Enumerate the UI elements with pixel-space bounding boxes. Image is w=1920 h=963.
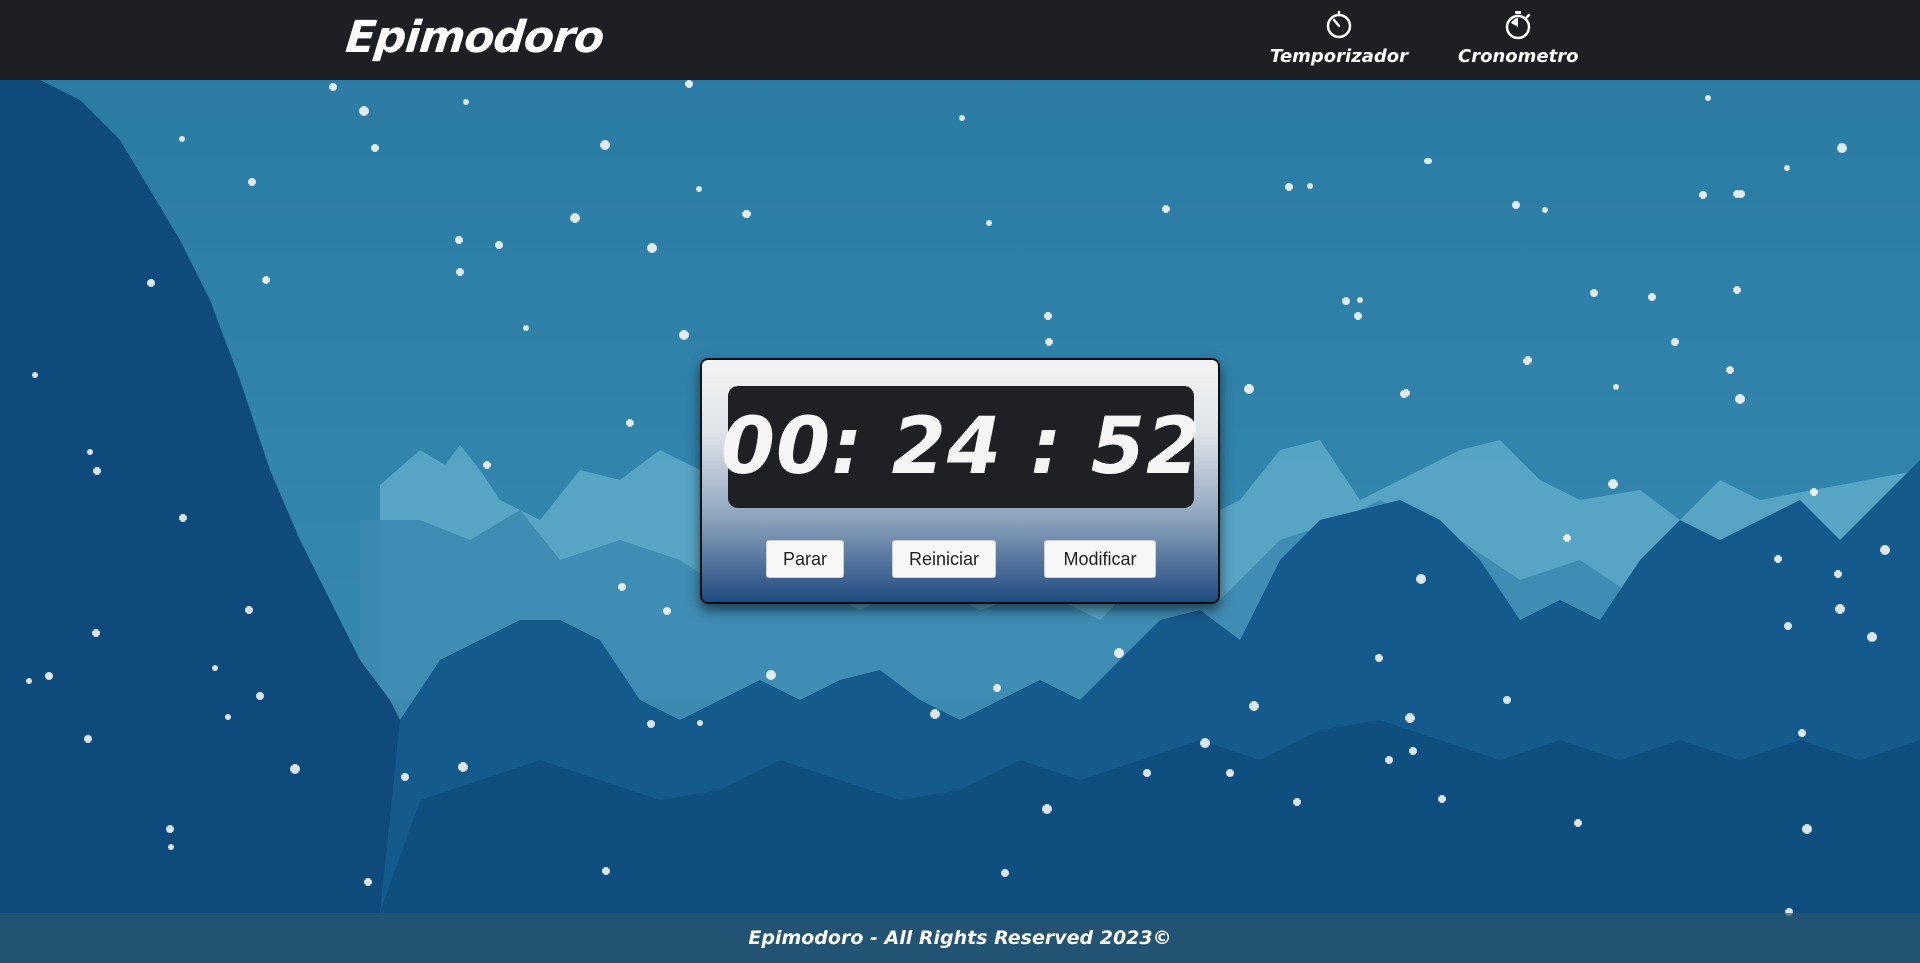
timer-icon (1326, 10, 1352, 39)
timer-card: 00: 24 : 52 Parar Reiniciar Modificar (700, 358, 1220, 604)
nav-label-temporizador: Temporizador (1270, 46, 1408, 67)
modify-button[interactable]: Modificar (1044, 540, 1156, 578)
nav-item-cronometro[interactable]: Cronometro (1458, 10, 1578, 67)
reset-button[interactable]: Reiniciar (892, 540, 996, 578)
brand-logo[interactable]: Epimodoro (343, 12, 606, 63)
stop-button[interactable]: Parar (766, 540, 844, 578)
nav-label-cronometro: Cronometro (1458, 46, 1579, 67)
footer-text: Epimodoro - All Rights Reserved 2023© (748, 927, 1172, 949)
timer-display: 00: 24 : 52 (721, 386, 1200, 508)
top-navigation-bar: Epimodoro Temporizador Cronometro (0, 0, 1920, 80)
footer: Epimodoro - All Rights Reserved 2023© (0, 913, 1920, 963)
nav-item-temporizador[interactable]: Temporizador (1270, 10, 1408, 67)
stopwatch-icon (1505, 11, 1531, 40)
